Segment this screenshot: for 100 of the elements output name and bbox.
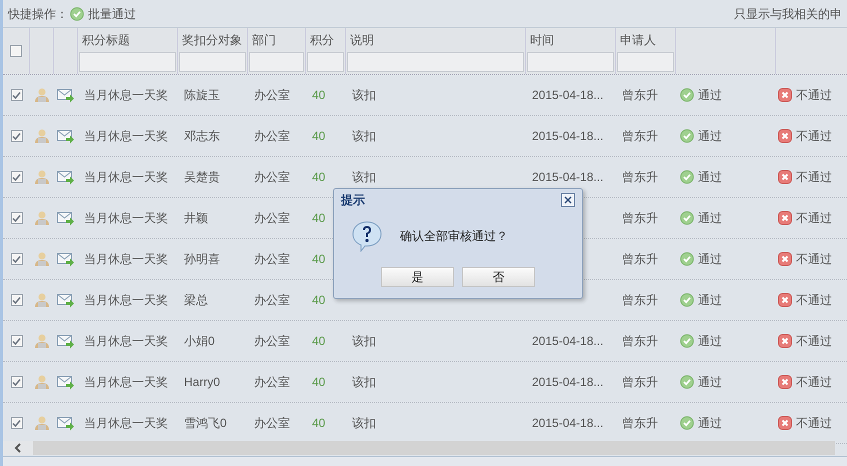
table-cell: 曾东升 — [622, 334, 658, 348]
approve-button[interactable]: 通过 — [680, 332, 722, 350]
dialog-button[interactable]: 是 — [381, 267, 454, 287]
checkbox[interactable] — [10, 294, 22, 306]
table-cell: 办公室 — [254, 252, 290, 266]
mail-forward-icon[interactable] — [57, 128, 75, 144]
mail-forward-icon[interactable] — [57, 416, 75, 430]
check-circle-icon — [680, 129, 694, 143]
filter-field[interactable] — [179, 52, 246, 72]
checkbox[interactable] — [10, 376, 22, 388]
checkbox[interactable] — [10, 253, 22, 265]
filter-field[interactable] — [347, 52, 524, 72]
mail-forward-icon[interactable] — [57, 252, 75, 266]
table-cell: 40 — [312, 334, 326, 348]
mail-forward-icon[interactable] — [57, 374, 75, 390]
mail-forward-icon[interactable] — [57, 88, 75, 102]
table-cell: 当月休息一天奖 — [84, 416, 168, 430]
table-cell: 40 — [312, 416, 326, 430]
batch-approve-button[interactable]: 批量通过 — [70, 4, 136, 22]
mail-forward-icon[interactable] — [57, 334, 75, 348]
column-header: 说明 — [349, 32, 375, 49]
table-cell: 2015-04-18... — [532, 334, 604, 348]
checkbox[interactable] — [10, 89, 22, 101]
close-icon — [778, 375, 792, 389]
checkbox[interactable] — [10, 212, 22, 224]
approve-button[interactable]: 通过 — [680, 127, 722, 145]
approve-button[interactable]: 通过 — [680, 291, 722, 309]
filter-field[interactable] — [307, 52, 344, 72]
table-cell: 曾东升 — [622, 129, 658, 143]
approve-button[interactable]: 通过 — [680, 414, 722, 432]
reject-button[interactable]: 不通过 — [778, 291, 832, 309]
scroll-left-icon[interactable] — [14, 443, 22, 453]
check-circle-icon — [680, 334, 694, 348]
reject-button[interactable]: 不通过 — [778, 373, 832, 391]
table-cell: 曾东升 — [622, 211, 658, 225]
checkbox[interactable] — [10, 45, 22, 57]
table-cell: 40 — [312, 293, 326, 307]
table-cell: 2015-04-18... — [532, 170, 604, 184]
check-circle-icon — [680, 293, 694, 307]
table-cell: 曾东升 — [622, 416, 658, 430]
reject-button[interactable]: 不通过 — [778, 209, 832, 227]
reject-button[interactable]: 不通过 — [778, 127, 832, 145]
column-header: 部门 — [251, 32, 277, 49]
column-header: 积分 — [309, 32, 335, 49]
table-cell: 小娟0 — [184, 334, 215, 348]
check-circle-icon — [680, 252, 694, 266]
checkbox[interactable] — [10, 171, 22, 183]
table-cell: 梁总 — [184, 293, 208, 307]
mail-forward-icon[interactable] — [57, 210, 75, 226]
filter-field[interactable] — [79, 52, 176, 72]
close-button[interactable] — [561, 193, 575, 207]
check-circle-icon — [680, 88, 694, 102]
table-cell: 40 — [312, 375, 326, 389]
reject-button[interactable]: 不通过 — [778, 332, 832, 350]
user-card-icon — [34, 251, 50, 267]
table-cell: 当月休息一天奖 — [84, 252, 168, 266]
filter-field[interactable] — [617, 52, 674, 72]
approve-button[interactable]: 通过 — [680, 86, 722, 104]
dialog-title: 提示 — [341, 192, 365, 209]
checkbox[interactable] — [10, 417, 22, 429]
user-card-icon — [34, 128, 50, 144]
table-cell: 曾东升 — [622, 88, 658, 102]
table-cell: 办公室 — [254, 375, 290, 389]
dialog-button[interactable]: 否 — [462, 267, 535, 287]
table-cell: 办公室 — [254, 334, 290, 348]
reject-button[interactable]: 不通过 — [778, 168, 832, 186]
table-cell: 陈旋玉 — [184, 88, 220, 102]
table-cell: 办公室 — [254, 129, 290, 143]
mail-forward-icon[interactable] — [57, 292, 75, 308]
filter-link[interactable]: 只显示与我相关的申 — [734, 4, 842, 22]
table-cell: 井颖 — [184, 211, 208, 225]
reject-button[interactable]: 不通过 — [778, 414, 832, 432]
table-cell: 当月休息一天奖 — [84, 334, 168, 348]
table-cell: 该扣 — [352, 129, 376, 143]
check-circle-icon — [70, 6, 84, 20]
checkbox[interactable] — [10, 130, 22, 142]
quick-actions-label: 快捷操作： — [8, 6, 68, 22]
table-cell: 办公室 — [254, 211, 290, 225]
table-cell: 2015-04-18... — [532, 88, 604, 102]
filter-field[interactable] — [527, 52, 614, 72]
column-header: 申请人 — [619, 32, 657, 49]
approve-button[interactable]: 通过 — [680, 168, 722, 186]
check-circle-icon — [680, 170, 694, 184]
close-icon[interactable] — [564, 196, 572, 204]
user-card-icon — [34, 333, 50, 349]
filter-field[interactable] — [249, 52, 304, 72]
mail-forward-icon[interactable] — [57, 170, 75, 184]
horizontal-scrollbar[interactable] — [3, 441, 835, 455]
approve-button[interactable]: 通过 — [680, 250, 722, 268]
approve-button[interactable]: 通过 — [680, 373, 722, 391]
reject-button[interactable]: 不通过 — [778, 250, 832, 268]
column-header: 积分标题 — [81, 32, 131, 49]
check-circle-icon — [680, 211, 694, 225]
table-cell: 孙明喜 — [184, 252, 220, 266]
close-icon — [778, 129, 792, 143]
table-cell: 2015-04-18... — [532, 375, 604, 389]
approve-button[interactable]: 通过 — [680, 209, 722, 227]
close-icon — [778, 88, 792, 102]
reject-button[interactable]: 不通过 — [778, 86, 832, 104]
checkbox[interactable] — [10, 335, 22, 347]
